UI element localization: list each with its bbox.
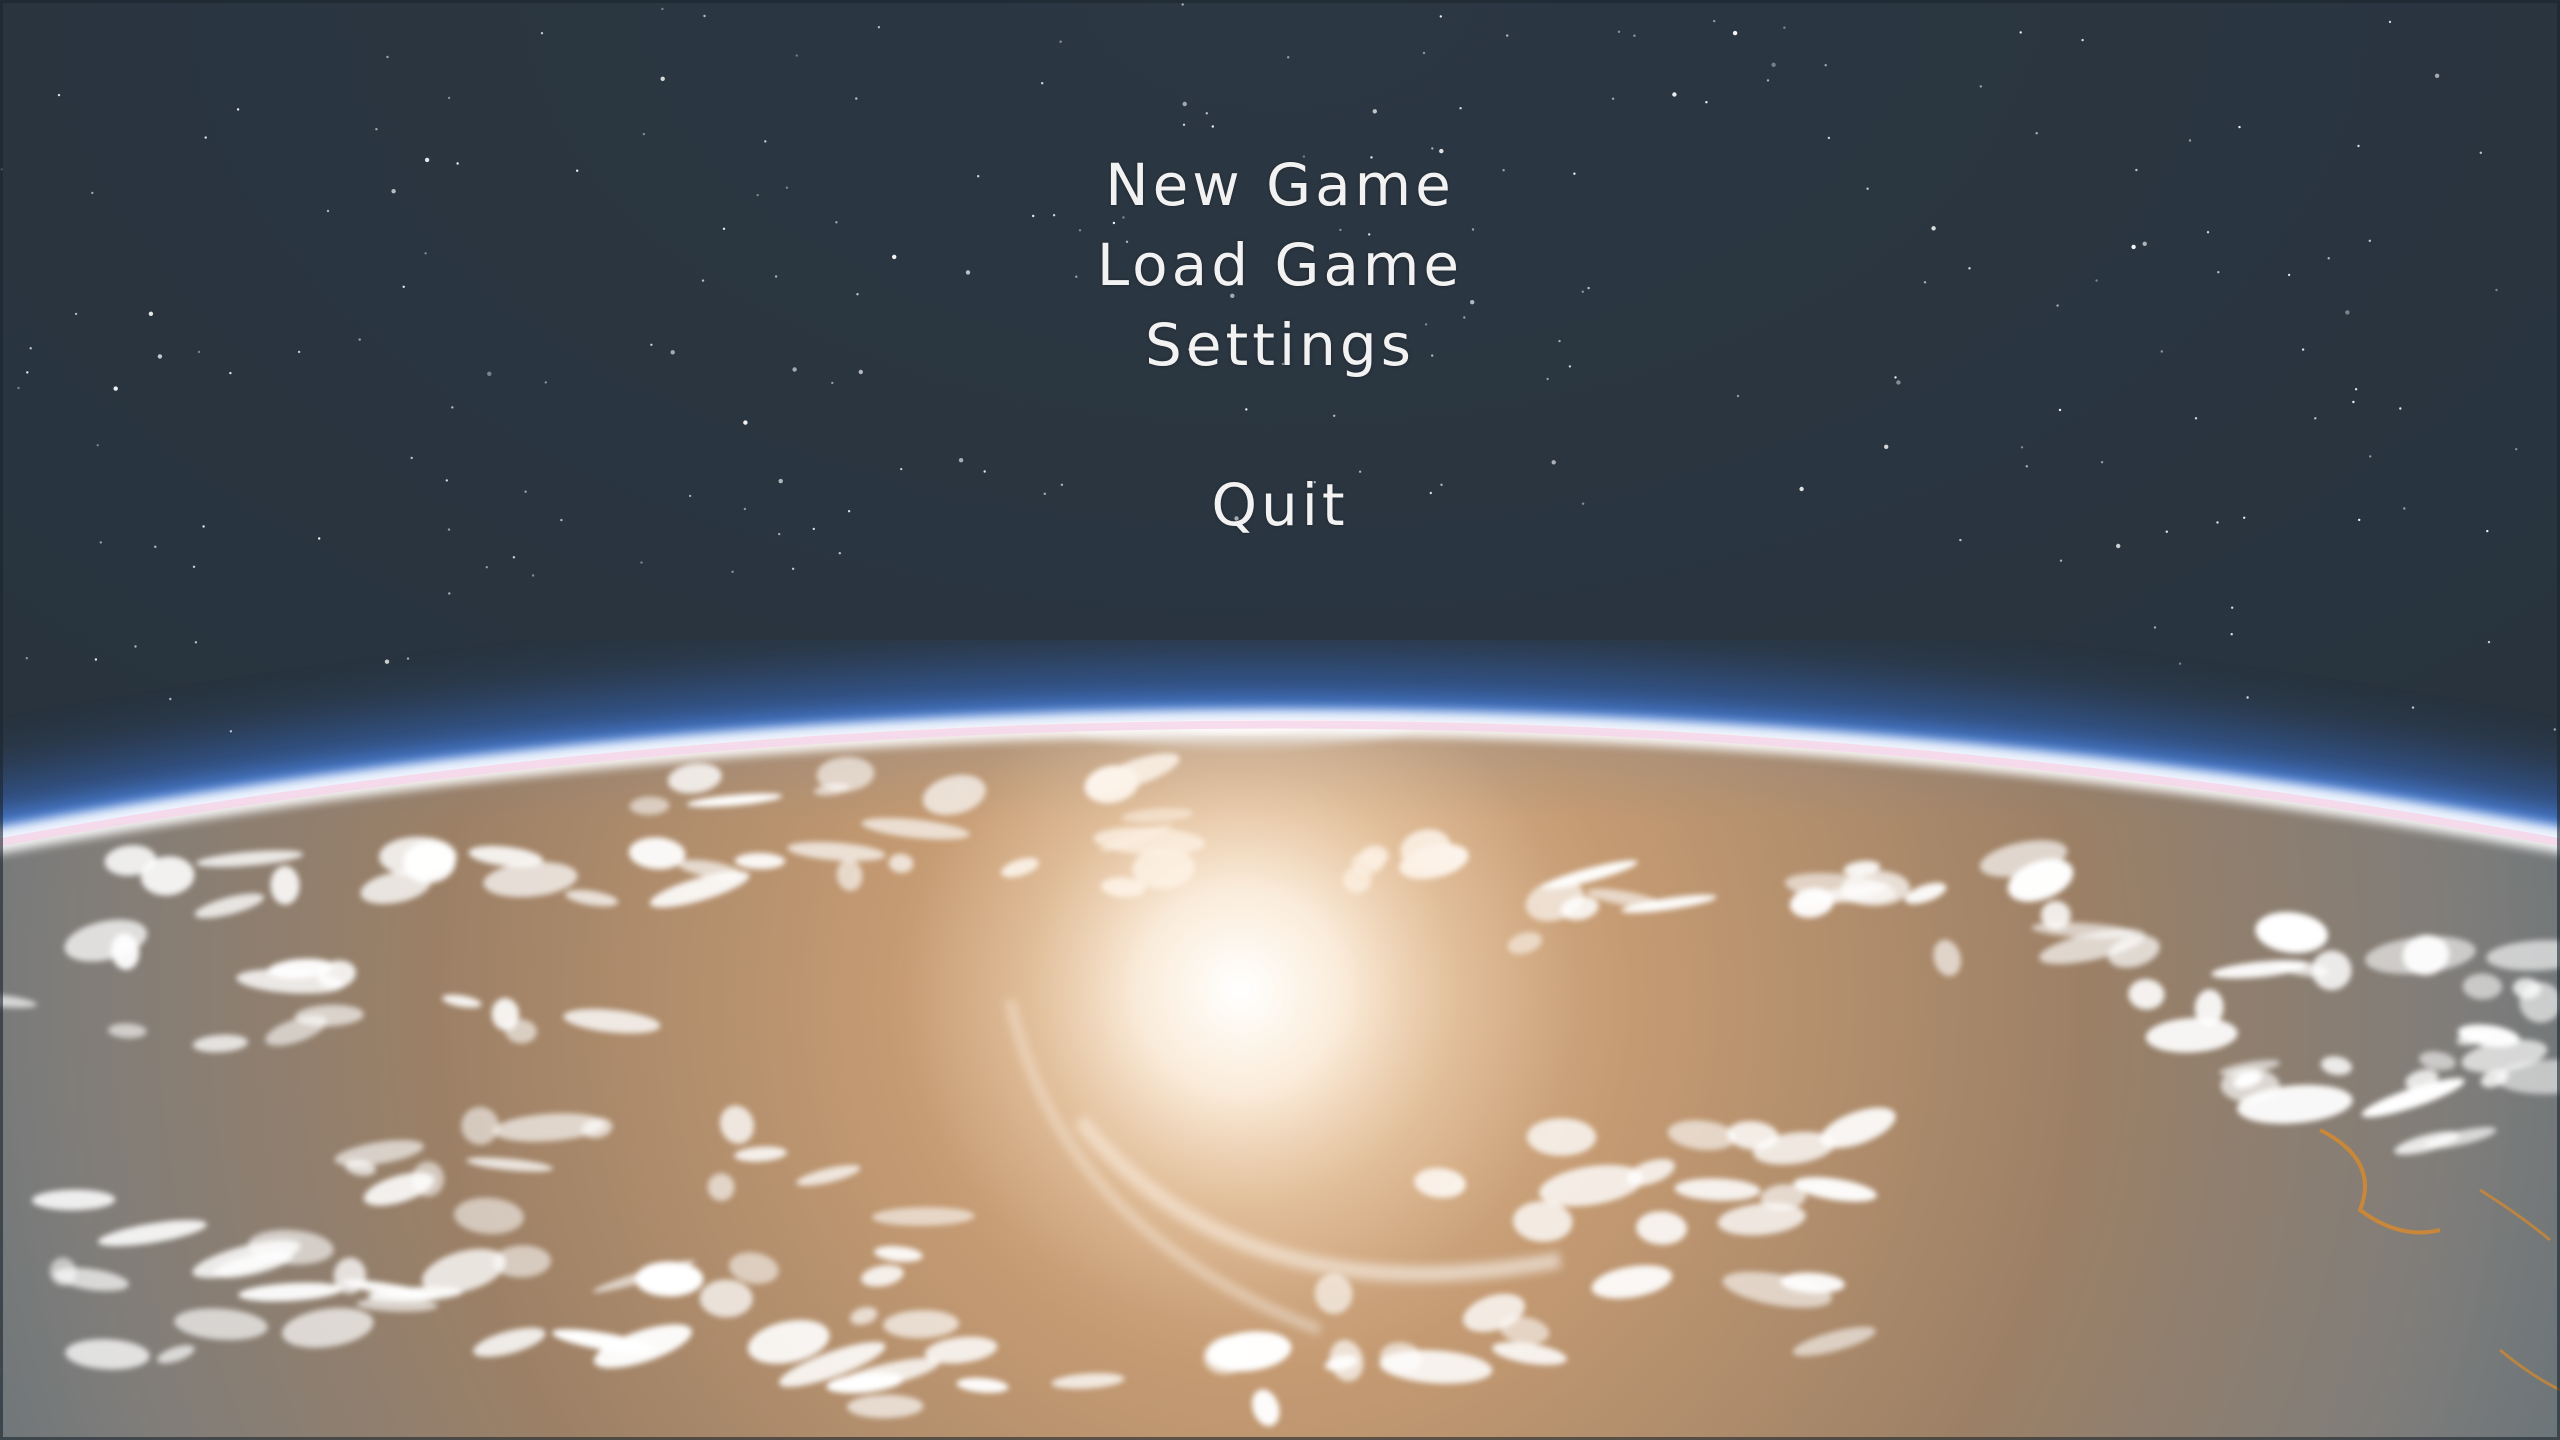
star — [25, 657, 28, 660]
star — [512, 556, 516, 559]
star — [57, 93, 61, 97]
star — [1459, 107, 1462, 110]
star — [1059, 40, 1062, 43]
star — [134, 645, 137, 648]
star — [1422, 51, 1426, 55]
star — [1633, 34, 1636, 37]
star — [2487, 640, 2491, 644]
star — [192, 565, 196, 568]
star — [2035, 132, 2038, 135]
star — [791, 567, 795, 570]
settings-button[interactable]: Settings — [1145, 305, 1415, 385]
load-game-button[interactable]: Load Game — [1097, 225, 1463, 305]
star — [406, 657, 410, 660]
star — [448, 592, 451, 595]
star — [1439, 15, 1443, 18]
star — [1041, 82, 1044, 85]
star — [1766, 79, 1770, 82]
star — [838, 552, 841, 555]
star — [236, 108, 240, 111]
star — [2553, 728, 2556, 731]
star — [2231, 606, 2234, 609]
star — [1211, 125, 1215, 128]
star — [154, 545, 157, 548]
star — [2230, 633, 2233, 636]
star — [703, 14, 706, 18]
star — [1611, 97, 1615, 100]
star — [531, 574, 535, 577]
star — [1287, 56, 1290, 59]
star — [2059, 559, 2063, 562]
star — [2246, 696, 2249, 699]
star — [1824, 63, 1827, 67]
star — [1713, 19, 1716, 23]
star — [731, 570, 734, 573]
main-menu: New Game Load Game Settings Quit — [0, 145, 2560, 545]
quit-button[interactable]: Quit — [1211, 465, 1348, 545]
new-game-button[interactable]: New Game — [1105, 145, 1455, 225]
star — [1182, 123, 1186, 127]
star — [1181, 3, 1184, 6]
star — [2238, 125, 2241, 129]
main-menu-screen: New Game Load Game Settings Quit — [0, 0, 2560, 1440]
star — [2388, 20, 2392, 24]
star — [642, 132, 646, 136]
star — [2188, 139, 2192, 142]
star — [204, 136, 207, 139]
star — [384, 659, 390, 664]
star — [640, 561, 643, 564]
star — [1205, 112, 1209, 115]
star — [1783, 26, 1786, 29]
star — [764, 140, 767, 143]
star — [1182, 101, 1187, 107]
star — [1372, 109, 1378, 114]
star — [229, 730, 233, 733]
star — [855, 97, 858, 100]
star — [1979, 85, 1983, 88]
star — [94, 658, 98, 661]
star — [660, 76, 665, 82]
star — [1732, 30, 1738, 36]
star — [2081, 38, 2084, 42]
star — [447, 96, 451, 100]
star — [1827, 136, 1831, 140]
star — [1705, 101, 1708, 104]
star — [877, 26, 881, 29]
star — [169, 697, 172, 701]
star — [661, 7, 664, 11]
star — [386, 55, 389, 59]
star — [1506, 34, 1509, 37]
star — [795, 54, 798, 57]
star — [485, 566, 488, 569]
star — [2019, 31, 2022, 34]
star — [1771, 62, 1776, 67]
star — [2178, 662, 2182, 665]
star — [2434, 73, 2440, 79]
star — [194, 641, 198, 644]
star — [2411, 706, 2415, 709]
star — [540, 32, 544, 35]
star — [1617, 30, 1621, 33]
star — [375, 128, 378, 131]
star — [1672, 92, 1677, 97]
star — [2153, 626, 2157, 629]
